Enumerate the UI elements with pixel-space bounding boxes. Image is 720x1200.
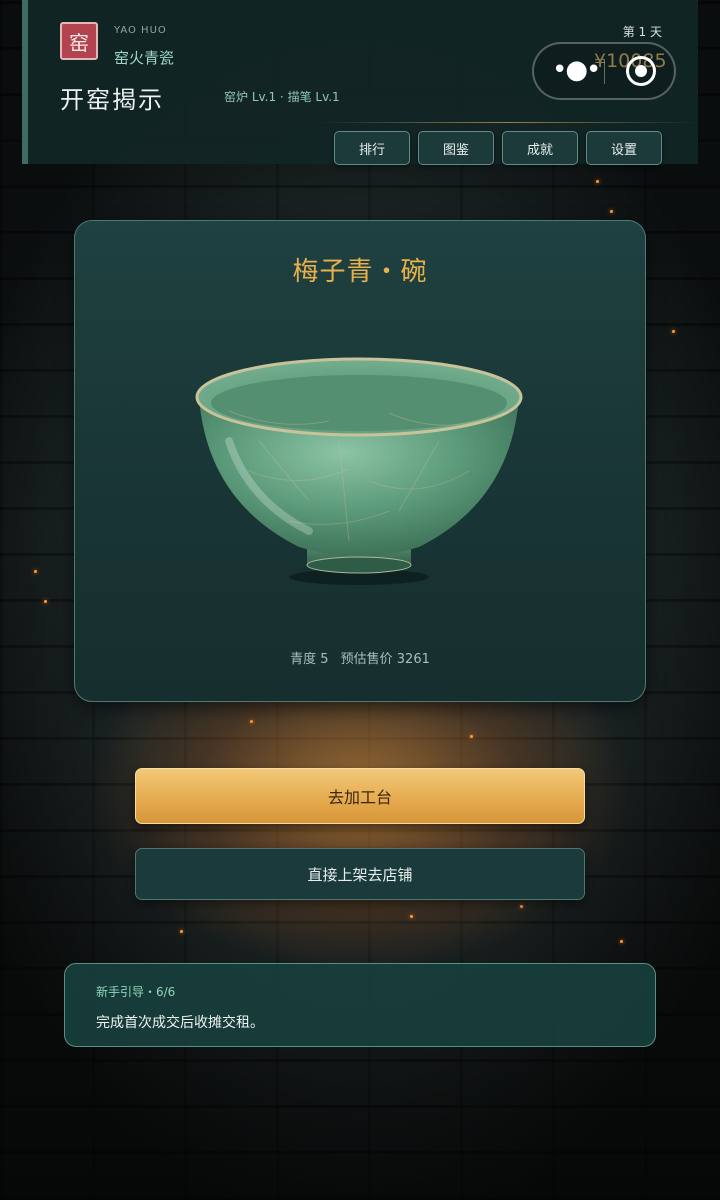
- nav-achievements-button[interactable]: 成就: [502, 131, 578, 165]
- celadon-bowl-illustration: [195, 357, 523, 585]
- ember-spark: [596, 180, 599, 183]
- ember-spark: [250, 720, 253, 723]
- ember-spark: [44, 600, 47, 603]
- nav-ranking-button[interactable]: 排行: [334, 131, 410, 165]
- qingdu-value: 青度 5: [290, 652, 329, 667]
- guide-title: 新手引导・6/6: [96, 985, 176, 999]
- ember-spark: [610, 210, 613, 213]
- estimated-price: 预估售价 3261: [340, 652, 430, 667]
- item-stats: 青度 5 预估售价 3261: [75, 648, 645, 667]
- target-close-icon[interactable]: [626, 56, 656, 86]
- level-info: 窑炉 Lv.1 · 描笔 Lv.1: [224, 90, 340, 104]
- go-to-workbench-button[interactable]: 去加工台: [135, 768, 585, 824]
- guide-text: 完成首次成交后收摊交租。: [96, 1015, 264, 1031]
- ember-spark: [470, 735, 473, 738]
- capsule-divider: [604, 60, 605, 84]
- ember-spark: [410, 915, 413, 918]
- item-title: 梅子青・碗: [292, 257, 428, 287]
- brand-name-en: YAO HUO: [114, 25, 167, 36]
- header-divider: [318, 122, 698, 123]
- brand-name-cn: 窑火青瓷: [114, 49, 175, 67]
- page-title: 开窑揭示: [60, 86, 164, 114]
- ember-spark: [672, 330, 675, 333]
- nav-settings-button[interactable]: 设置: [586, 131, 662, 165]
- ember-spark: [34, 570, 37, 573]
- more-dots-icon[interactable]: •●•: [552, 57, 601, 83]
- list-in-shop-button[interactable]: 直接上架去店铺: [135, 848, 585, 900]
- nav-catalog-button[interactable]: 图鉴: [418, 131, 494, 165]
- ember-spark: [520, 905, 523, 908]
- kiln-result-card: 梅子青・碗 青度 5 预估售价 3261: [74, 220, 646, 702]
- mini-program-capsule: •●•: [532, 42, 676, 100]
- tutorial-guide-panel: 新手引导・6/6 完成首次成交后收摊交租。: [64, 963, 656, 1047]
- ember-spark: [620, 940, 623, 943]
- day-counter: 第 1 天: [622, 25, 662, 39]
- brand-seal-icon: 窑: [60, 22, 98, 60]
- ember-spark: [180, 930, 183, 933]
